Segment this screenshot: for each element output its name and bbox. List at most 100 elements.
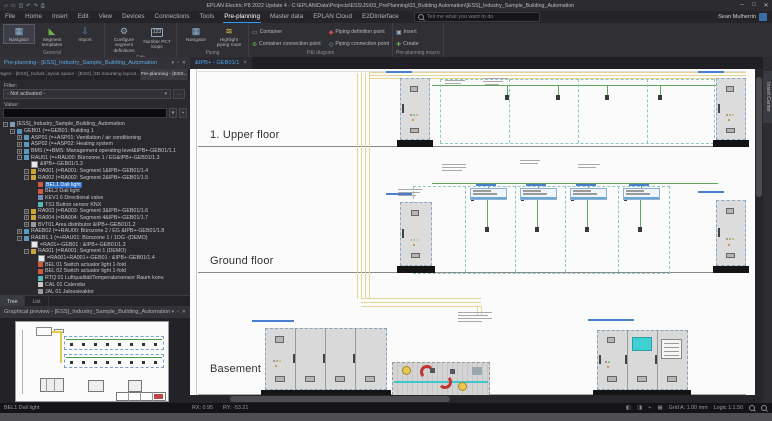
- float-icon[interactable]: ▫: [177, 309, 179, 315]
- panel-tab-3[interactable]: Pre-planning - [ESS...: [141, 69, 188, 80]
- menu-tab-view[interactable]: View: [94, 11, 118, 23]
- menu-tab-eplan-cloud[interactable]: EPLAN Cloud: [308, 11, 357, 23]
- value-input[interactable]: [3, 108, 167, 118]
- pin-icon[interactable]: ▾: [172, 60, 175, 66]
- close-icon[interactable]: ✕: [182, 60, 186, 66]
- object-snap-icon[interactable]: ◨: [637, 405, 642, 411]
- tree-item[interactable]: BEL 02 Switch actuator light 1-fold: [0, 268, 190, 275]
- navigator-button[interactable]: ▦Navigator: [3, 24, 35, 44]
- value-apply-button[interactable]: ▪: [179, 108, 187, 118]
- menu-tab-edit[interactable]: Edit: [73, 11, 94, 23]
- collapse-icon[interactable]: -: [3, 122, 8, 127]
- grid-icon[interactable]: ▦: [657, 405, 662, 411]
- horizontal-scrollbar[interactable]: [190, 395, 763, 403]
- coordinates-icon[interactable]: +: [648, 405, 651, 411]
- container-button[interactable]: ▭Container: [252, 29, 321, 36]
- drawing-canvas[interactable]: 1. Upper floor Ground floor Basement: [190, 69, 755, 395]
- user-area[interactable]: Sean Mulherrin: [718, 13, 772, 21]
- scrollbar-thumb[interactable]: [756, 77, 762, 197]
- import-button[interactable]: ⇩Import: [69, 24, 101, 44]
- pin-icon[interactable]: ▾: [172, 309, 175, 315]
- piping-connection-point-button[interactable]: ◇Piping connection point: [329, 41, 389, 48]
- collapse-icon[interactable]: -: [10, 129, 15, 134]
- expand-icon[interactable]: +: [17, 135, 22, 140]
- panel-tab-1[interactable]: Layout space - [ESS]...: [47, 69, 94, 80]
- collapse-icon[interactable]: -: [24, 169, 29, 174]
- navigator-button[interactable]: ▦Navigator: [180, 24, 212, 44]
- float-icon[interactable]: ▫: [177, 60, 179, 66]
- tree-item[interactable]: -RAU01 (=+RAU00: Bürozone 1 / EG&IPB+-GE…: [0, 154, 190, 161]
- tree-item[interactable]: -[ESS]_Industry_Sample_Building_Automati…: [0, 121, 190, 128]
- number-pct-loops-button[interactable]: 123Number PCT loops: [141, 24, 173, 52]
- close-icon[interactable]: ✕: [760, 2, 772, 9]
- menu-tab-tools[interactable]: Tools: [195, 11, 220, 23]
- segment-templates-button[interactable]: ◣Segment templates: [36, 24, 68, 50]
- tree-item[interactable]: TS1 Button sensor KNX: [0, 201, 190, 208]
- tree-item[interactable]: -RA001 (=RA001: Segment 1 (DEMO): [0, 248, 190, 255]
- tree-item[interactable]: =RA01+-GEB01 : &IPB+-GEB01/1.3: [0, 241, 190, 248]
- tree-item[interactable]: BEL2 Dali light: [0, 188, 190, 195]
- expand-icon[interactable]: +: [17, 229, 22, 234]
- highlight-piping-route-button[interactable]: ≋Highlight piping route: [213, 24, 245, 50]
- undo-icon[interactable]: ↶: [26, 3, 30, 9]
- expand-icon[interactable]: +: [24, 209, 29, 214]
- redo-icon[interactable]: ↷: [34, 3, 38, 9]
- filter-more-button[interactable]: …: [173, 89, 185, 99]
- collapse-icon[interactable]: -: [17, 155, 22, 160]
- snap-icon[interactable]: ◧: [626, 405, 631, 411]
- save-icon[interactable]: ◫: [19, 3, 24, 9]
- tree-item[interactable]: =RA001+RA001+-GEB01 : &IPB+-GEB01/1.4: [0, 255, 190, 262]
- close-icon[interactable]: ×: [243, 60, 247, 66]
- vertical-scrollbar[interactable]: [755, 69, 763, 395]
- collapse-icon[interactable]: -: [24, 175, 29, 180]
- tree-item[interactable]: KEV1 6 Directional valve: [0, 195, 190, 202]
- tree-item[interactable]: +ASP01 (=+ASP01: Ventilation / air condi…: [0, 134, 190, 141]
- tree-item[interactable]: +RA003 (=RA003: Segment 3&IPB+-GEB01/1.6: [0, 208, 190, 215]
- menu-tab-devices[interactable]: Devices: [117, 11, 149, 23]
- new-icon[interactable]: ▱: [4, 3, 8, 9]
- tree-item[interactable]: CAL 01 Calendar: [0, 282, 190, 289]
- tree-item[interactable]: -RA002 (=RA002: Segment 2&IPB+-GEB01/1.5: [0, 175, 190, 182]
- tree-item[interactable]: RTQ 01 Luftqualität/Temperatursensor Rau…: [0, 275, 190, 282]
- container-connection-point-button[interactable]: ⊕Container connection point: [252, 41, 321, 48]
- zoom-out-icon[interactable]: [749, 405, 755, 411]
- menu-tab-insert[interactable]: Insert: [47, 11, 73, 23]
- collapse-icon[interactable]: -: [24, 249, 29, 254]
- create-button[interactable]: ✚Create: [396, 41, 440, 48]
- expand-icon[interactable]: +: [24, 222, 29, 227]
- tree-item[interactable]: +BVT01 Area distributor &IPB+-GEB01/1.2: [0, 221, 190, 228]
- tree-item[interactable]: +RAEB02 (=+RAU00: Bürozone 2 / EG &IPB+-…: [0, 228, 190, 235]
- tree-item[interactable]: BEL1 Dali light: [0, 181, 190, 188]
- minimize-icon[interactable]: –: [736, 2, 748, 9]
- configure-segment-definitions-button[interactable]: ⚙Configure segment definitions: [108, 24, 140, 55]
- menu-tab-connections[interactable]: Connections: [150, 11, 195, 23]
- menu-tab-e2dinterface[interactable]: E2DInterface: [357, 11, 404, 23]
- tree-item[interactable]: -RA001 (=RA001: Segment 1&IPB+-GEB01/1.4: [0, 168, 190, 175]
- panel-tab-0[interactable]: Pages - [ESS]_Indust...: [0, 69, 47, 80]
- piping-definition-point-button[interactable]: ◆Piping definition point: [329, 29, 389, 36]
- expand-icon[interactable]: +: [24, 215, 29, 220]
- menu-tab-pre-planning[interactable]: Pre-planning: [219, 11, 265, 23]
- tree-item[interactable]: BEL 01 Switch actuator light 1-fold: [0, 261, 190, 268]
- tree-item[interactable]: +BMS (=+BMS: Management operating level&…: [0, 148, 190, 155]
- filter-select[interactable]: - Not activated - ▾: [3, 89, 171, 99]
- panel-tab-2[interactable]: 3D mounting layout...: [94, 69, 141, 80]
- tree-item[interactable]: -GEB01 (=+GEB01: Building 1: [0, 128, 190, 135]
- tree-item[interactable]: JAL 01 Jalousieaktor: [0, 288, 190, 295]
- maximize-icon[interactable]: □: [748, 2, 760, 9]
- close-icon[interactable]: ✕: [182, 309, 186, 315]
- menu-tab-file[interactable]: File: [0, 11, 20, 23]
- insert-button[interactable]: ▣Insert: [396, 29, 440, 36]
- scrollbar-thumb[interactable]: [230, 396, 450, 402]
- menu-tab-home[interactable]: Home: [20, 11, 47, 23]
- zoom-in-icon[interactable]: [761, 405, 767, 411]
- document-tab[interactable]: &IPB+ - GEB01/1 ×: [190, 57, 252, 69]
- tree-item[interactable]: +ASP02 (=+ASP02: Heating system: [0, 141, 190, 148]
- expand-icon[interactable]: +: [17, 149, 22, 154]
- expand-icon[interactable]: +: [17, 142, 22, 147]
- insert-center-tab[interactable]: Insert Center: [763, 71, 772, 123]
- tree-item[interactable]: &IPB+-GEB01/1.3: [0, 161, 190, 168]
- tree-item[interactable]: +RA004 (=RA004: Segment 4&IPB+-GEB01/1.7: [0, 215, 190, 222]
- collapse-icon[interactable]: -: [17, 236, 22, 241]
- menu-tab-master-data[interactable]: Master data: [265, 11, 308, 23]
